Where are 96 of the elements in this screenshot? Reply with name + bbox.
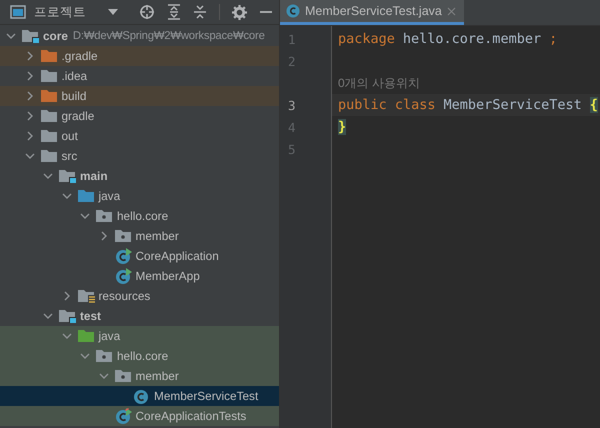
tree-item[interactable]: member [0,226,279,246]
folder-icon [40,89,58,103]
tree-item[interactable]: core D:₩dev₩Spring₩2₩workspace₩core [0,26,279,46]
item-label: resources [98,289,150,303]
window-icon [10,5,26,19]
folder-icon [78,189,94,203]
chevron-icon[interactable] [6,31,16,41]
chevron-icon[interactable] [80,211,90,221]
item-label: member [136,369,179,383]
chevron-icon[interactable] [80,351,90,361]
tree-item[interactable]: out [0,126,279,146]
item-label: build [62,89,86,103]
item-label: CoreApplication [136,249,219,263]
tree-item[interactable]: hello.core [0,346,279,366]
folder-icon [59,169,76,183]
item-label: member [136,229,179,243]
project-path: D:₩dev₩Spring₩2₩workspace₩core [72,30,265,42]
item-label: out [62,129,78,143]
item-label: java [98,189,120,203]
item-label: gradle [62,109,94,123]
runnable-class-icon [114,408,132,424]
editor-tab[interactable]: MemberServiceTest.java [280,0,464,25]
code-token: hello.core.member [402,31,542,47]
package-icon [114,369,132,383]
tree-item[interactable]: MemberApp [0,266,279,286]
tree-item[interactable]: build [0,86,279,106]
tree-item[interactable]: java [0,186,279,206]
chevron-icon[interactable] [62,191,72,201]
tree-item[interactable]: .gradle [0,46,279,66]
runnable-class-icon [114,248,132,264]
package-icon [96,209,113,223]
folder-icon [78,329,94,343]
tree-item[interactable]: MemberServiceTest [0,386,279,406]
item-label: test [80,309,101,323]
panel-title[interactable]: 프로젝트 [34,4,86,20]
folder-icon [22,29,39,43]
item-label: main [80,169,108,183]
tree-item[interactable]: CoreApplication [0,246,279,266]
tree-item[interactable]: test [0,306,279,326]
chevron-icon[interactable] [24,111,34,121]
locate-icon[interactable] [139,4,155,20]
dropdown-caret-icon[interactable] [108,9,118,15]
tree-item[interactable]: CoreApplicationTests [0,406,279,426]
settings-icon[interactable] [232,4,247,20]
chevron-icon[interactable] [43,311,53,321]
tree-item[interactable]: member [0,366,279,386]
collapse-all-icon[interactable] [193,4,207,20]
package-icon [96,349,113,363]
line-number: 3 [288,98,296,112]
item-label: MemberServiceTest [154,389,258,403]
item-label: hello.core [117,209,168,223]
class-icon [133,388,150,404]
expand-all-icon[interactable] [167,4,181,20]
close-icon[interactable] [446,6,456,16]
chevron-icon[interactable] [24,151,34,161]
chevron-icon[interactable] [98,231,108,241]
item-label: .gradle [62,49,98,63]
chevron-icon[interactable] [62,331,72,341]
tree-item[interactable]: main [0,166,279,186]
code-token: ; [549,31,558,47]
chevron-icon[interactable] [24,71,34,81]
folder-icon [40,149,58,163]
chevron-icon[interactable] [62,291,72,301]
folder-icon [40,49,58,63]
chevron-icon[interactable] [98,371,108,381]
item-label: .idea [62,69,88,83]
code-token: public class [338,97,436,113]
folder-icon [40,109,58,123]
chevron-icon[interactable] [43,171,53,181]
tree-item[interactable]: .idea [0,66,279,86]
folder-icon [40,69,58,83]
chevron-icon[interactable] [24,131,34,141]
item-label: src [62,149,78,163]
package-icon [114,229,132,243]
tree-item[interactable]: hello.core [0,206,279,226]
code-token: { [590,97,598,113]
usages-hint[interactable]: 0개의 사용위치 [338,74,420,92]
tree-item[interactable]: java [0,326,279,346]
folder-icon [40,129,58,143]
item-label: MemberApp [136,269,200,283]
folder-icon [59,309,76,323]
tree-item[interactable]: gradle [0,106,279,126]
tree-item[interactable]: resources [0,286,279,306]
chevron-icon[interactable] [24,51,34,61]
item-label: core [43,29,68,43]
tree-item[interactable]: src [0,146,279,166]
runnable-class-icon [114,268,132,284]
item-label: CoreApplicationTests [136,409,246,423]
code-token: } [338,119,346,135]
code-token: MemberServiceTest [444,97,582,113]
item-label: java [98,329,120,343]
item-label: hello.core [117,349,168,363]
chevron-icon[interactable] [24,91,34,101]
code-token: package [338,31,395,47]
class-icon [286,4,300,18]
folder-icon [78,289,94,303]
